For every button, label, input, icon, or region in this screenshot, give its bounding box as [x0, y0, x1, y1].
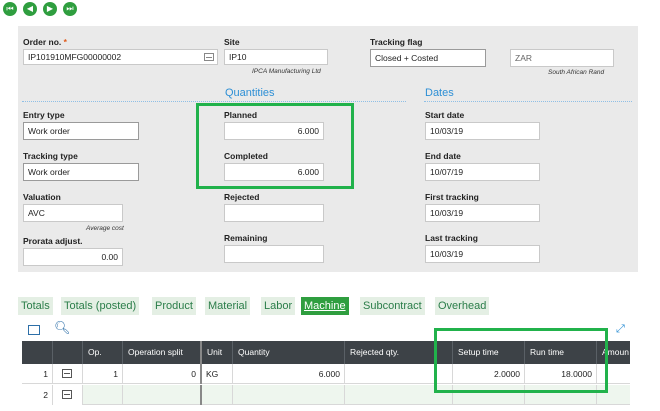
valuation-field[interactable]: AVC — [23, 204, 123, 222]
site-value: IP10 — [229, 52, 247, 62]
quantities-section-title: Quantities — [225, 87, 275, 99]
tab-subcontract[interactable]: Subcontract — [360, 297, 425, 315]
tab-material[interactable]: Material — [205, 297, 251, 315]
tab-machine[interactable]: Machine — [301, 297, 349, 315]
entry-type-field[interactable]: Work order — [23, 122, 139, 140]
lookup-icon[interactable] — [204, 53, 214, 61]
start-date-label: Start date — [425, 110, 465, 120]
valuation-label: Valuation — [23, 192, 61, 202]
expand-icon[interactable]: ⤢ — [616, 322, 625, 336]
order-no-field[interactable]: IP101910MFG00000002 — [23, 49, 218, 65]
row-actions-cell[interactable] — [52, 364, 82, 384]
column-header-quantity[interactable]: Quantity — [232, 341, 344, 364]
column-header-unit[interactable]: Unit — [200, 341, 232, 364]
remaining-field[interactable] — [224, 245, 324, 263]
remaining-label: Remaining — [224, 233, 268, 243]
highlight-box-quantities — [196, 103, 354, 189]
column-header-operation-split[interactable]: Operation split — [122, 341, 200, 364]
first-tracking-field[interactable]: 10/03/19 — [425, 204, 540, 222]
start-date-field[interactable]: 10/03/19 — [425, 122, 540, 140]
tracking-type-field[interactable]: Work order — [23, 163, 139, 181]
tracking-flag-label: Tracking flag — [370, 37, 423, 47]
op-cell[interactable] — [82, 385, 122, 405]
first-icon: ⏮ — [6, 4, 14, 13]
order-no-label: Order no. * — [23, 37, 67, 47]
prorata-field[interactable]: 0.00 — [23, 248, 123, 266]
tab-overhead[interactable]: Overhead — [435, 297, 490, 315]
valuation-description: Average cost — [86, 225, 124, 232]
next-icon: ▶ — [46, 4, 54, 13]
site-description: IPCA Manufacturing Ltd — [252, 68, 321, 75]
tab-totals-posted[interactable]: Totals (posted) — [61, 297, 140, 315]
tracking-flag-field[interactable]: Closed + Costed — [370, 49, 486, 67]
operation-split-cell[interactable] — [122, 385, 200, 405]
prorata-label: Prorata adjust. — [23, 236, 83, 246]
entry-type-label: Entry type — [23, 110, 65, 120]
tab-totals[interactable]: Totals — [18, 297, 53, 315]
tab-product[interactable]: Product — [152, 297, 196, 315]
quantity-cell[interactable]: 6.000 — [232, 364, 344, 384]
search-icon[interactable]: 🔍︎ — [54, 322, 71, 336]
currency-description: South African Rand — [548, 69, 605, 76]
end-date-label: End date — [425, 151, 461, 161]
rejected-label: Rejected — [224, 192, 260, 202]
dates-section-title: Dates — [425, 87, 454, 99]
previous-icon: ◀ — [26, 4, 34, 13]
section-divider — [22, 101, 406, 102]
row-number: 1 — [43, 369, 48, 379]
row-menu-icon[interactable] — [62, 369, 72, 378]
column-header-actions — [52, 341, 82, 364]
end-date-field[interactable]: 10/07/19 — [425, 163, 540, 181]
tab-labor[interactable]: Labor — [261, 297, 296, 315]
op-cell[interactable]: 1 — [82, 364, 122, 384]
first-tracking-label: First tracking — [425, 192, 479, 202]
row-actions-cell[interactable] — [52, 385, 82, 405]
last-tracking-label: Last tracking — [425, 233, 478, 243]
site-field[interactable]: IP10 — [224, 49, 328, 65]
grid-options-icon[interactable] — [28, 325, 40, 335]
quantity-cell[interactable] — [232, 385, 344, 405]
row-menu-icon[interactable] — [62, 390, 72, 399]
currency-field[interactable]: ZAR — [510, 49, 614, 67]
row-number: 2 — [22, 385, 52, 405]
site-label: Site — [224, 37, 240, 47]
first-record-button[interactable]: ⏮ — [3, 2, 17, 16]
order-no-value: IP101910MFG00000002 — [28, 52, 122, 62]
section-divider — [424, 101, 632, 102]
unit-cell[interactable] — [200, 385, 232, 405]
last-tracking-field[interactable]: 10/03/19 — [425, 245, 540, 263]
last-record-button[interactable]: ⏭ — [63, 2, 77, 16]
operation-split-cell[interactable]: 0 — [122, 364, 200, 384]
rejected-field[interactable] — [224, 204, 324, 222]
next-record-button[interactable]: ▶ — [43, 2, 57, 16]
column-header-rownum — [22, 341, 52, 364]
column-header-op[interactable]: Op. — [82, 341, 122, 364]
highlight-box-times — [434, 328, 608, 393]
previous-record-button[interactable]: ◀ — [23, 2, 37, 16]
tracking-type-label: Tracking type — [23, 151, 78, 161]
last-icon: ⏭ — [66, 4, 74, 13]
unit-cell[interactable]: KG — [200, 364, 232, 384]
